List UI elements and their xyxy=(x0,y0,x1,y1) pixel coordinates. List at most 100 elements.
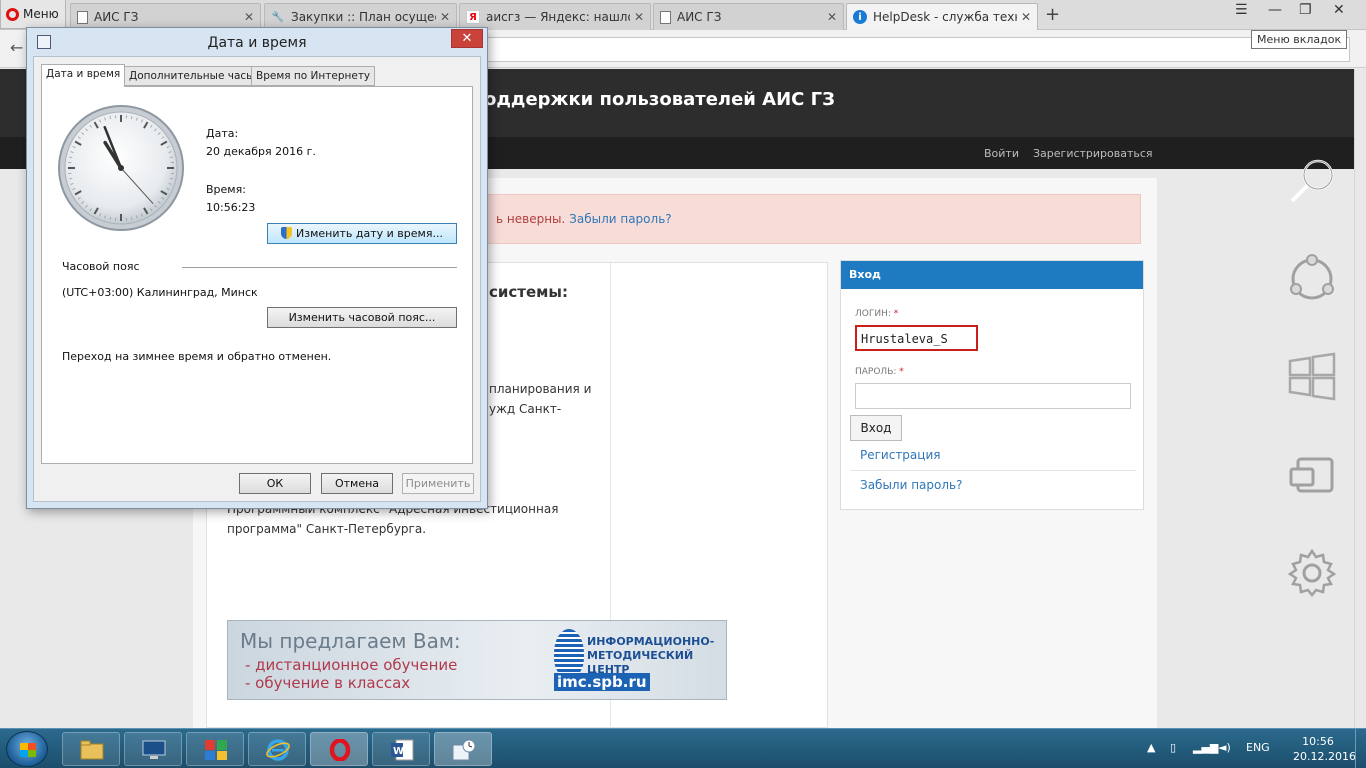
close-tab-icon[interactable]: ✕ xyxy=(634,10,644,24)
banner-line: - обучение в классах xyxy=(245,674,411,692)
lenovo-icon xyxy=(142,740,166,759)
time-label: Время: xyxy=(206,183,246,196)
tab-yandex[interactable]: Я аисгз — Яндекс: нашлось ✕ xyxy=(459,3,651,30)
opera-menu-button[interactable]: Меню xyxy=(0,0,66,29)
search-zoom-icon[interactable] xyxy=(1286,155,1338,207)
cancel-button[interactable]: Отмена xyxy=(321,473,393,494)
back-arrow-icon[interactable]: ← xyxy=(10,38,23,57)
change-date-time-button[interactable]: Изменить дату и время... xyxy=(267,223,457,244)
close-window-icon[interactable]: ✕ xyxy=(1333,2,1345,18)
taskbar-opera[interactable] xyxy=(310,732,368,766)
tools-icon: 🔧 xyxy=(271,11,285,23)
opera-logo-icon xyxy=(6,7,19,21)
close-tab-icon[interactable]: ✕ xyxy=(1021,10,1031,24)
svg-text:W: W xyxy=(393,746,404,757)
text-line: планирования и xyxy=(489,382,592,396)
banner-line: - дистанционное обучение xyxy=(245,656,458,674)
login-box: Вход ЛОГИН: * Hrustaleva_S ПАРОЛЬ: * Вхо… xyxy=(840,260,1144,510)
taskbar-internet-explorer[interactable] xyxy=(248,732,306,766)
show-desktop-button[interactable] xyxy=(1355,729,1366,768)
new-tab-icon[interactable]: + xyxy=(1045,4,1060,25)
close-tab-icon[interactable]: ✕ xyxy=(244,10,254,24)
tab-menu-icon[interactable]: ☰ xyxy=(1235,2,1248,18)
login-submit-button[interactable]: Вход xyxy=(850,415,902,441)
tab-ais-gz-1[interactable]: АИС ГЗ ✕ xyxy=(70,3,261,30)
dialog-close-button[interactable]: ✕ xyxy=(451,29,483,48)
url-field[interactable] xyxy=(460,37,1350,62)
close-tab-icon[interactable]: ✕ xyxy=(827,10,837,24)
tab-title: АИС ГЗ xyxy=(94,10,139,24)
login-input[interactable]: Hrustaleva_S xyxy=(855,325,978,351)
taskbar-datetime[interactable] xyxy=(434,732,492,766)
start-button[interactable] xyxy=(6,731,48,767)
share-icon[interactable] xyxy=(1286,253,1338,305)
tray-language[interactable]: ENG xyxy=(1246,741,1270,754)
tab-title: АИС ГЗ xyxy=(677,10,722,24)
ok-button[interactable]: ОК xyxy=(239,473,311,494)
timezone-separator xyxy=(182,267,457,268)
tab-menu-tooltip: Меню вкладок xyxy=(1251,30,1348,49)
change-timezone-button[interactable]: Изменить часовой пояс... xyxy=(267,307,457,328)
nav-login-link[interactable]: Войти xyxy=(984,147,1019,160)
password-input[interactable] xyxy=(855,383,1131,409)
separator xyxy=(850,470,1136,471)
imc-banner[interactable]: Мы предлагаем Вам: - дистанционное обуче… xyxy=(227,620,727,700)
taskbar-explorer[interactable] xyxy=(62,732,120,766)
devices-icon[interactable] xyxy=(1286,449,1338,501)
dst-note: Переход на зимнее время и обратно отмене… xyxy=(62,350,332,363)
timezone-label: Часовой пояс xyxy=(62,260,140,273)
opera-icon xyxy=(329,739,351,761)
word-icon: W xyxy=(391,739,414,761)
taskbar-word[interactable]: W xyxy=(372,732,430,766)
menu-label: Меню xyxy=(23,7,59,21)
tab-zakupki[interactable]: 🔧 Закупки :: План осуществ ✕ xyxy=(264,3,457,30)
tab-ais-gz-2[interactable]: АИС ГЗ ✕ xyxy=(653,3,844,30)
tab-internet-time[interactable]: Время по Интернету xyxy=(251,66,376,86)
page-icon xyxy=(77,10,88,24)
password-label: ПАРОЛЬ: * xyxy=(855,367,904,377)
tray-expand-icon[interactable]: ▲ xyxy=(1147,741,1155,754)
uac-shield-icon xyxy=(281,227,293,239)
imc-logo-text: ИНФОРМАЦИОННО- МЕТОДИЧЕСКИЙ ЦЕНТР xyxy=(587,635,715,676)
tray-date: 20.12.2016 xyxy=(1293,750,1356,763)
datetime-dialog: Дата и время ✕ Дата и время Дополнительн… xyxy=(26,27,488,509)
page-icon xyxy=(660,10,671,24)
dialog-title: Дата и время xyxy=(207,35,307,51)
tab-title: Закупки :: План осуществ xyxy=(291,10,436,24)
explorer-icon xyxy=(80,740,104,760)
apply-button[interactable]: Применить xyxy=(402,473,474,494)
tray-power-icon[interactable]: ▯ xyxy=(1170,741,1176,754)
banner-title: Мы предлагаем Вам: xyxy=(240,629,461,653)
tray-time: 10:56 xyxy=(1302,735,1334,748)
restore-icon[interactable]: ❐ xyxy=(1299,2,1312,18)
helpdesk-icon: i xyxy=(853,10,867,24)
minimize-icon[interactable]: — xyxy=(1268,2,1282,18)
alert-forgot-link[interactable]: Забыли пароль? xyxy=(569,212,671,226)
close-tab-icon[interactable]: ✕ xyxy=(440,10,450,24)
nav-register-link[interactable]: Зарегистрироваться xyxy=(1033,147,1153,160)
taskbar-control-panel[interactable] xyxy=(186,732,244,766)
date-time-pane: Дата: 20 декабря 2016 г. Время: 10:56:23… xyxy=(41,86,473,464)
internet-explorer-icon xyxy=(266,739,290,761)
text-line: программа" Санкт-Петербурга. xyxy=(227,522,427,536)
register-link[interactable]: Регистрация xyxy=(860,448,940,462)
control-panel-icon xyxy=(205,740,227,760)
tab-helpdesk[interactable]: i HelpDesk - служба техни ✕ xyxy=(846,3,1038,30)
taskbar-lenovo[interactable] xyxy=(124,732,182,766)
tray-volume-icon[interactable]: ◄) xyxy=(1218,741,1231,754)
forgot-password-link[interactable]: Забыли пароль? xyxy=(860,478,962,492)
windows-start-icon[interactable] xyxy=(1286,351,1338,403)
imc-url: imc.spb.ru xyxy=(554,673,650,691)
tab-date-time[interactable]: Дата и время xyxy=(41,64,126,87)
date-label: Дата: xyxy=(206,127,239,140)
tab-additional-clocks[interactable]: Дополнительные часы xyxy=(124,66,260,86)
text-line: ужд Санкт- xyxy=(489,402,562,416)
browser-tab-bar: Меню АИС ГЗ ✕ 🔧 Закупки :: План осуществ… xyxy=(0,0,1366,30)
page-scrollbar[interactable] xyxy=(1354,69,1366,728)
tray-network-icon[interactable]: ▂▄▆ xyxy=(1193,741,1218,754)
dialog-body: Дата и время Дополнительные часы Время п… xyxy=(33,56,481,502)
login-label: ЛОГИН: * xyxy=(855,309,899,319)
timezone-value: (UTC+03:00) Калининград, Минск xyxy=(62,286,258,299)
settings-gear-icon[interactable] xyxy=(1286,547,1338,599)
tray-clock[interactable]: 10:56 20.12.2016 xyxy=(1293,734,1356,764)
